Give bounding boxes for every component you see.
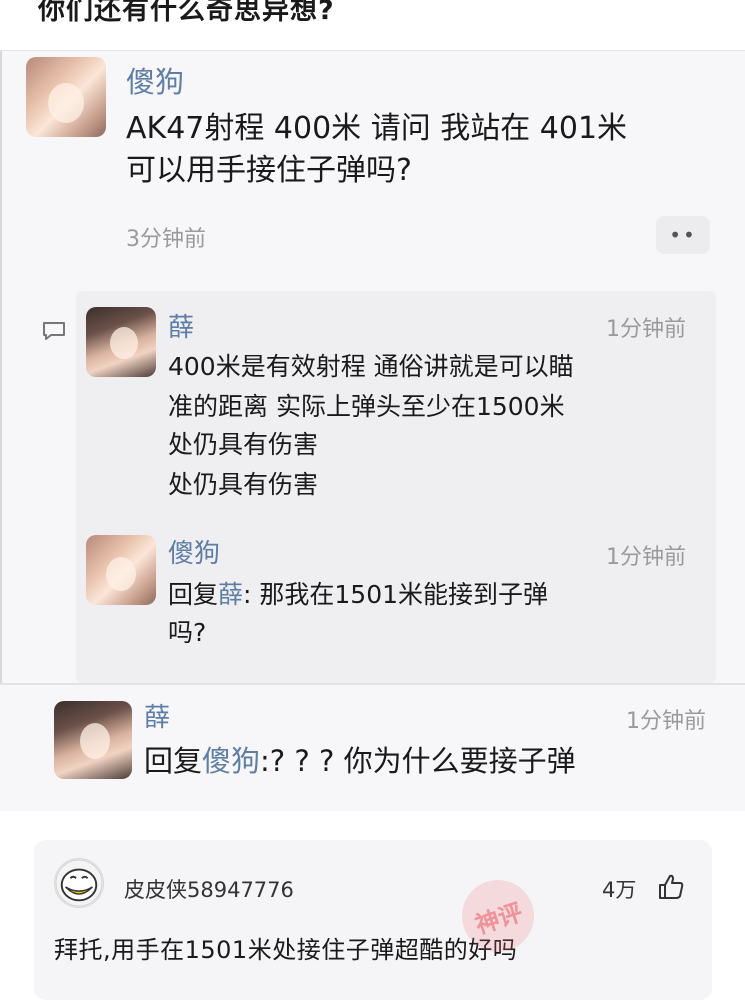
author-name[interactable]: 傻狗 (126, 59, 184, 101)
post-title: 你们还有什么奇思异想? (38, 0, 335, 26)
reply-prefix: 回复 (144, 744, 203, 778)
reply-panel: 薛 1分钟前 400米是有效射程 通俗讲就是可以瞄 准的距离 实际上弹头至少在1… (76, 291, 716, 683)
reply-to-name[interactable]: 傻狗 (202, 744, 260, 778)
reply-author[interactable]: 傻狗 (168, 533, 220, 570)
reply-author[interactable]: 薛 (168, 307, 194, 344)
reply-time: 1分钟前 (626, 709, 706, 734)
reply-prefix: 回复 (168, 580, 219, 609)
reply-to-name[interactable]: 薛 (218, 580, 243, 609)
duck-avatar-icon[interactable] (54, 858, 104, 908)
comment-text: 拜托,用手在1501米处接住子弹超酷的好吗 (54, 936, 518, 964)
more-options-button[interactable]: •• (656, 216, 710, 254)
reply-text-line2: 吗? (168, 618, 207, 647)
reply-avatar[interactable] (86, 535, 156, 605)
comment-username[interactable]: 皮皮侠58947776 (124, 874, 294, 904)
reply-time: 1分钟前 (606, 317, 686, 342)
reply-avatar[interactable] (86, 307, 156, 377)
reply-line: 处仍具有伤害 (168, 430, 319, 459)
comment-card: 皮皮侠58947776 4万 拜托,用手在1501米处接住子弹超酷的好吗 (34, 840, 712, 1000)
like-count: 4万 (602, 878, 637, 902)
post-time: 3分钟前 (126, 227, 206, 252)
reply-item: 薛 1分钟前 回复傻狗:? ? ? 你为什么要接子弹 (0, 683, 745, 811)
reply-body: : 那我在1501米能接到子弹 (243, 580, 549, 609)
post-content-line2: 可以用手接住子弹吗? (126, 153, 412, 188)
post-content-line1: AK47射程 400米 请问 我站在 401米 (126, 111, 628, 146)
reply-text: 回复傻狗:? ? ? 你为什么要接子弹 (144, 743, 576, 781)
reply-avatar[interactable] (54, 701, 132, 779)
reply-line-duplicate: 处仍具有伤害 (168, 470, 319, 499)
original-post: 傻狗 AK47射程 400米 请问 我站在 401米 可以用手接住子弹吗? 3分… (0, 51, 745, 683)
author-avatar[interactable] (26, 57, 106, 137)
reply-body: :? ? ? 你为什么要接子弹 (260, 744, 576, 778)
embedded-screenshot: 傻狗 AK47射程 400米 请问 我站在 401米 可以用手接住子弹吗? 3分… (0, 50, 745, 811)
reply-line: 准的距离 实际上弹头至少在1500米 (168, 392, 565, 421)
comment-icon[interactable] (42, 321, 66, 341)
thumbs-up-icon[interactable] (656, 872, 686, 902)
reply-line: 400米是有效射程 通俗讲就是可以瞄 (168, 352, 574, 381)
reply-author[interactable]: 薛 (144, 697, 170, 734)
reply-time: 1分钟前 (606, 545, 686, 570)
reply-text: 回复薛: 那我在1501米能接到子弹 (168, 579, 548, 612)
